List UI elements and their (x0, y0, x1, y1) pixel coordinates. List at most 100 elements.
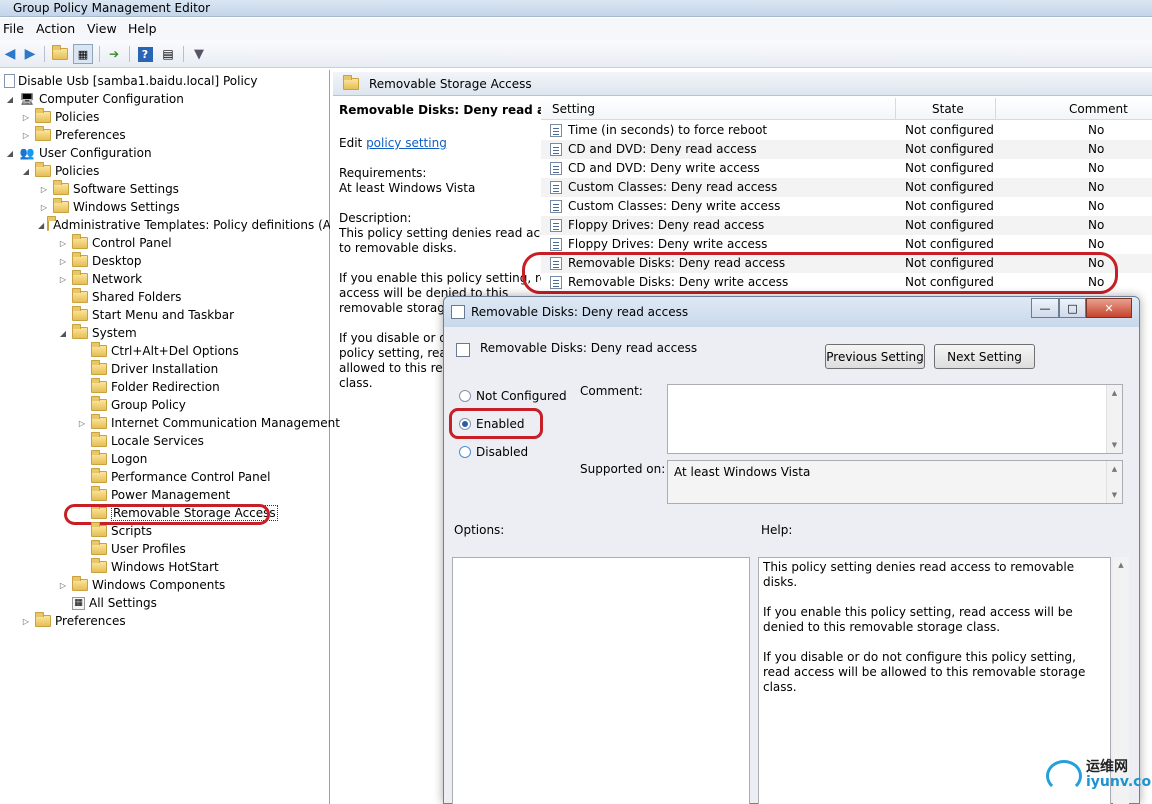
tree-item-group-policy[interactable]: Group Policy (76, 396, 186, 414)
setting-comment: No (1088, 199, 1105, 213)
tree-item-administrative-templates[interactable]: ◢ Administrative Templates: Policy defin… (38, 216, 330, 234)
setting-comment: No (1088, 180, 1105, 194)
tree-item-software-settings[interactable]: ▷ Software Settings (38, 180, 179, 198)
tree-item-start-menu-and-taskbar[interactable]: Start Menu and Taskbar (57, 306, 234, 324)
setting-name: CD and DVD: Deny read access (568, 142, 757, 156)
policy-dialog: Removable Disks: Deny read access — □ ✕ … (443, 296, 1140, 804)
tree-item-windows-components[interactable]: ▷ Windows Components (57, 576, 225, 594)
tree-label: Preferences (55, 128, 126, 142)
show-tree-icon[interactable]: ▦ (73, 44, 93, 64)
expanded-arrow-icon[interactable]: ◢ (20, 165, 32, 177)
tree-label: Ctrl+Alt+Del Options (111, 344, 239, 358)
export-list-icon[interactable]: ➔ (104, 44, 124, 64)
setting-comment: No (1088, 142, 1105, 156)
properties-icon[interactable]: ▤ (158, 44, 178, 64)
supported-on-field: At least Windows Vista ▲ ▼ (667, 460, 1123, 504)
tree-root-policy[interactable]: Disable Usb [samba1.baidu.local] Policy (4, 72, 258, 90)
tree-label: Start Menu and Taskbar (92, 308, 235, 322)
setting-row[interactable]: Custom Classes: Deny write access Not co… (541, 197, 1152, 216)
tree-item-ctrl-alt-del-options[interactable]: Ctrl+Alt+Del Options (76, 342, 239, 360)
tree-item-shared-folders[interactable]: Shared Folders (57, 288, 181, 306)
tree-item-windows-hotstart[interactable]: Windows HotStart (76, 558, 219, 576)
collapsed-arrow-icon[interactable]: ▷ (38, 201, 50, 213)
tree-item-windows-settings[interactable]: ▷ Windows Settings (38, 198, 180, 216)
tree-item-internet-communication-management[interactable]: ▷ Internet Communication Management (76, 414, 340, 432)
window-titlebar: Group Policy Management Editor (0, 0, 1152, 17)
folder-icon (72, 234, 88, 249)
folder-icon (91, 558, 107, 573)
column-comment[interactable]: Comment (1069, 102, 1128, 116)
column-setting[interactable]: Setting (552, 102, 595, 116)
help-paragraph: If you enable this policy setting, read … (763, 605, 1073, 634)
back-icon[interactable]: ◀ (0, 44, 20, 64)
tree-item-network[interactable]: ▷ Network (57, 270, 142, 288)
scrollbar[interactable]: ▲ ▼ (1106, 461, 1122, 503)
maximize-button[interactable]: □ (1059, 298, 1086, 318)
collapsed-arrow-icon[interactable]: ▷ (20, 129, 32, 141)
previous-setting-button[interactable]: Previous Setting (825, 344, 925, 369)
collapsed-arrow-icon[interactable]: ▷ (20, 615, 32, 627)
tree-item-all-settings[interactable]: ▦ All Settings (57, 594, 157, 612)
collapsed-arrow-icon[interactable]: ▷ (20, 111, 32, 123)
tree-item-preferences[interactable]: ▷ Preferences (20, 126, 126, 144)
expanded-arrow-icon[interactable]: ◢ (57, 327, 69, 339)
radio-button[interactable] (459, 390, 471, 402)
setting-row[interactable]: CD and DVD: Deny read access Not configu… (541, 140, 1152, 159)
tree-label: Driver Installation (111, 362, 219, 376)
expanded-arrow-icon[interactable]: ◢ (38, 219, 44, 231)
tree-item-scripts[interactable]: Scripts (76, 522, 152, 540)
tree-item-performance-control-panel[interactable]: Performance Control Panel (76, 468, 270, 486)
folder-icon (91, 342, 107, 357)
tree-item-logon[interactable]: Logon (76, 450, 147, 468)
policy-document-icon (4, 74, 15, 88)
tree-item-policies[interactable]: ◢ Policies (20, 162, 99, 180)
tree-item-folder-redirection[interactable]: Folder Redirection (76, 378, 220, 396)
setting-row[interactable]: Floppy Drives: Deny read access Not conf… (541, 216, 1152, 235)
tree-item-locale-services[interactable]: Locale Services (76, 432, 204, 450)
menu-view[interactable]: View (87, 21, 117, 36)
tree-item-preferences[interactable]: ▷ Preferences (20, 612, 126, 630)
filter-icon[interactable]: ▼ (189, 44, 209, 64)
collapsed-arrow-icon[interactable]: ▷ (57, 237, 69, 249)
setting-state: Not configured (905, 123, 994, 137)
forward-icon[interactable]: ▶ (20, 44, 40, 64)
tree-item-user-profiles[interactable]: User Profiles (76, 540, 186, 558)
collapsed-arrow-icon[interactable]: ▷ (76, 417, 88, 429)
tree-item-control-panel[interactable]: ▷ Control Panel (57, 234, 172, 252)
tree-item-policies[interactable]: ▷ Policies (20, 108, 99, 126)
policy-setting-link[interactable]: policy setting (366, 136, 447, 150)
setting-row[interactable]: Time (in seconds) to force reboot Not co… (541, 121, 1152, 140)
radio-disabled[interactable]: Disabled (459, 445, 528, 459)
radio-not-configured[interactable]: Not Configured (459, 389, 567, 403)
menu-file[interactable]: File (3, 21, 24, 36)
expanded-arrow-icon[interactable]: ◢ (4, 147, 16, 159)
expanded-arrow-icon[interactable]: ◢ (4, 93, 16, 105)
details-header-title: Removable Storage Access (369, 76, 532, 91)
collapsed-arrow-icon[interactable]: ▷ (57, 273, 69, 285)
tree-item-computer-configuration[interactable]: ◢ 🖥 Computer Configuration (4, 90, 184, 108)
tree-pane: Disable Usb [samba1.baidu.local] Policy … (0, 70, 340, 804)
tree-item-system[interactable]: ◢ System (57, 324, 137, 342)
help-icon[interactable]: ? (135, 44, 155, 64)
collapsed-arrow-icon[interactable]: ▷ (57, 579, 69, 591)
tree-label: Locale Services (111, 434, 204, 448)
comment-textarea[interactable]: ▲ ▼ (667, 384, 1123, 454)
collapsed-arrow-icon[interactable]: ▷ (57, 255, 69, 267)
tree-item-power-management[interactable]: Power Management (76, 486, 230, 504)
minimize-button[interactable]: — (1031, 298, 1059, 318)
tree-item-user-configuration[interactable]: ◢ 👥 User Configuration (4, 144, 152, 162)
up-folder-icon[interactable] (50, 44, 70, 64)
collapsed-arrow-icon[interactable]: ▷ (38, 183, 50, 195)
close-button[interactable]: ✕ (1086, 298, 1132, 318)
setting-row[interactable]: Custom Classes: Deny read access Not con… (541, 178, 1152, 197)
menu-help[interactable]: Help (128, 21, 157, 36)
menu-action[interactable]: Action (36, 21, 75, 36)
column-state[interactable]: State (932, 102, 964, 116)
tree-item-driver-installation[interactable]: Driver Installation (76, 360, 218, 378)
next-setting-button[interactable]: Next Setting (934, 344, 1035, 369)
setting-row[interactable]: CD and DVD: Deny write access Not config… (541, 159, 1152, 178)
setting-name: Floppy Drives: Deny write access (568, 237, 768, 251)
tree-item-desktop[interactable]: ▷ Desktop (57, 252, 142, 270)
radio-button[interactable] (459, 446, 471, 458)
scrollbar[interactable]: ▲ ▼ (1106, 385, 1122, 453)
